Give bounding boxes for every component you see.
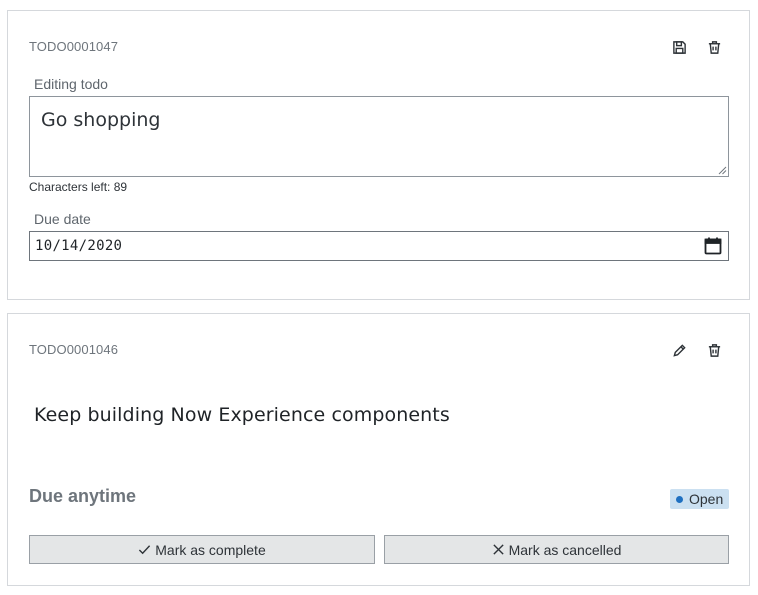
todo-id: TODO0001047 xyxy=(29,39,119,54)
todo-card: TODO0001046 Keep building Now Experience… xyxy=(7,313,750,586)
save-icon xyxy=(672,40,686,54)
mark-complete-button[interactable]: Mark as complete xyxy=(29,535,375,564)
due-date-value: 10/14/2020 xyxy=(35,238,123,254)
due-text: Due anytime xyxy=(29,486,137,506)
due-date-input[interactable]: 10/14/2020 xyxy=(29,231,729,261)
status-label: Open xyxy=(689,491,724,507)
todo-text-value: Go shopping xyxy=(41,109,161,131)
characters-left: Characters left: 89 xyxy=(29,180,128,194)
delete-button[interactable] xyxy=(703,36,725,58)
close-icon xyxy=(492,544,504,555)
calendar-icon[interactable] xyxy=(704,237,722,255)
mark-cancelled-label: Mark as cancelled xyxy=(508,541,622,558)
checkmark-icon xyxy=(139,545,151,555)
delete-button[interactable] xyxy=(703,339,725,361)
todo-text-input[interactable]: Go shopping xyxy=(29,96,729,177)
pencil-icon xyxy=(672,343,686,357)
status-dot-icon xyxy=(676,495,683,503)
save-button[interactable] xyxy=(668,36,690,58)
todo-text: Keep building Now Experience components xyxy=(34,404,450,426)
status-badge: Open xyxy=(670,489,729,509)
edit-button[interactable] xyxy=(668,339,690,361)
trash-icon xyxy=(708,40,720,54)
trash-icon xyxy=(708,343,720,357)
due-date-label: Due date xyxy=(34,211,91,227)
todo-id: TODO0001046 xyxy=(29,342,119,357)
editing-todo-label: Editing todo xyxy=(34,76,108,92)
mark-complete-label: Mark as complete xyxy=(155,541,266,558)
todo-card-editing: TODO0001047 Editing todo Go shopping Cha… xyxy=(7,10,750,300)
resize-grip-icon[interactable] xyxy=(717,165,727,175)
mark-cancelled-button[interactable]: Mark as cancelled xyxy=(384,535,729,564)
